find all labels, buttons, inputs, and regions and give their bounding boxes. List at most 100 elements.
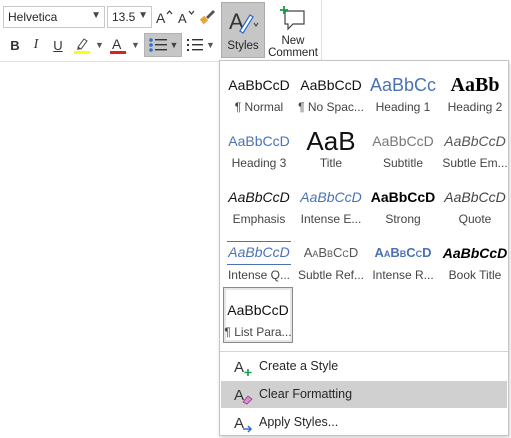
styles-gallery: AaBbCcD ¶ Normal AaBbCcD ¶ No Spac... Aa… [219, 60, 509, 436]
font-name-combo[interactable]: Helvetica ▼ [3, 6, 105, 28]
apply-styles-command[interactable]: A Apply Styles... [221, 409, 507, 436]
style-normal[interactable]: AaBbCcD ¶ Normal [224, 63, 294, 117]
style-list-paragraph[interactable]: AaBbCcD ¶ List Para... [223, 287, 293, 343]
clear-formatting-label: Clear Formatting [259, 387, 353, 401]
style-subtitle[interactable]: AaBbCcD Subtitle [368, 119, 438, 173]
grow-font-button[interactable]: A [155, 6, 175, 28]
new-comment-label: New Comment [268, 35, 318, 59]
clear-formatting-icon: A [234, 387, 253, 405]
style-sample: AaBbCcD [370, 189, 436, 205]
style-name: ¶ No Spac... [298, 100, 364, 114]
italic-button[interactable]: I [28, 34, 44, 56]
new-comment-line2: Comment [268, 47, 318, 59]
highlight-button[interactable] [71, 34, 93, 56]
style-name: Heading 1 [375, 100, 431, 114]
style-emphasis[interactable]: AaBbCcD Emphasis [224, 175, 294, 229]
create-style-label: Create a Style [259, 359, 339, 373]
style-sample: AaBbCcD [442, 245, 508, 261]
style-quote[interactable]: AaBbCcD Quote [440, 175, 510, 229]
font-name-value: Helvetica [8, 10, 58, 24]
clear-formatting-command[interactable]: A Clear Formatting [221, 381, 507, 408]
create-style-icon: A [234, 359, 252, 376]
new-comment-icon [280, 6, 305, 31]
style-name: Emphasis [232, 212, 286, 226]
new-comment-button[interactable]: New Comment [268, 2, 318, 59]
create-style-command[interactable]: A Create a Style [221, 353, 507, 380]
format-painter-icon [199, 10, 215, 25]
chevron-down-icon[interactable]: ▼ [206, 40, 215, 50]
style-sample: AaBbCcD [227, 302, 289, 318]
numbering-button[interactable] [185, 34, 205, 56]
style-name: Heading 3 [231, 156, 287, 170]
style-book-title[interactable]: AaBbCcD Book Title [440, 231, 510, 285]
style-sample: AaBbCc [369, 75, 437, 95]
apply-styles-label: Apply Styles... [259, 415, 339, 429]
style-no-spacing[interactable]: AaBbCcD ¶ No Spac... [296, 63, 366, 117]
style-name: ¶ List Para... [224, 325, 292, 339]
style-name: Subtle Em... [442, 156, 508, 170]
style-name: Heading 2 [447, 100, 503, 114]
style-intense-reference[interactable]: AaBbCcD Intense R... [368, 231, 438, 285]
bold-button[interactable]: B [7, 34, 23, 56]
chevron-down-icon[interactable]: ▼ [131, 40, 140, 50]
style-name: Intense R... [372, 268, 434, 282]
style-sample: AaBbCcD [372, 133, 434, 149]
font-size-value: 13.5 [112, 10, 136, 24]
chevron-down-icon[interactable]: ▼ [138, 10, 148, 21]
style-sample: AaBbCcD [300, 77, 362, 93]
style-sample: AaBbCcD [228, 133, 290, 149]
svg-text:A: A [178, 11, 187, 25]
styles-button[interactable]: A Styles [221, 2, 265, 58]
apply-styles-icon: A [234, 415, 253, 433]
grow-font-icon: A [156, 10, 173, 25]
styles-label: Styles [227, 40, 259, 52]
style-sample: AaBbCcD [228, 189, 290, 205]
chevron-down-icon[interactable]: ▼ [91, 10, 101, 21]
svg-text:A: A [234, 359, 244, 376]
style-title[interactable]: AaB Title [296, 119, 366, 173]
style-name: Quote [458, 212, 492, 226]
style-name: Subtle Ref... [297, 268, 365, 282]
new-comment-line1: New [281, 35, 305, 47]
style-sample: AaBbCcD [374, 245, 432, 260]
styles-icon: A [229, 9, 259, 34]
style-intense-quote[interactable]: AaBbCcD Intense Q... [224, 231, 294, 285]
style-heading-1[interactable]: AaBbCc Heading 1 [368, 63, 438, 117]
font-size-combo[interactable]: 13.5 ▼ [107, 6, 152, 28]
shrink-font-icon: A [178, 10, 195, 25]
svg-text:A: A [234, 387, 244, 404]
style-name: Strong [385, 212, 421, 226]
style-heading-3[interactable]: AaBbCcD Heading 3 [224, 119, 294, 173]
svg-text:A: A [112, 36, 122, 52]
style-subtle-reference[interactable]: AaBbCcD Subtle Ref... [296, 231, 366, 285]
bullets-button[interactable]: ▼ [144, 33, 182, 57]
highlighter-icon [74, 38, 90, 54]
style-name: Intense Q... [227, 268, 291, 282]
style-sample: AaBbCcD [444, 189, 506, 205]
chevron-down-icon[interactable]: ▼ [170, 40, 179, 50]
style-name: ¶ Normal [234, 100, 284, 114]
shrink-font-button[interactable]: A [177, 6, 197, 28]
home-ribbon: Helvetica ▼ 13.5 ▼ A A B I U ▼ A ▼ ▼ ▼ A… [0, 0, 322, 62]
underline-button[interactable]: U [50, 34, 66, 56]
format-painter-button[interactable] [198, 6, 218, 28]
style-heading-2[interactable]: AaBb Heading 2 [440, 63, 510, 117]
chevron-down-icon[interactable]: ▼ [95, 40, 104, 50]
style-sample: AaBbCcD [228, 77, 290, 93]
numbered-list-icon [187, 39, 203, 51]
style-intense-emphasis[interactable]: AaBbCcD Intense E... [296, 175, 366, 229]
style-name: Book Title [448, 268, 502, 282]
style-name: Subtitle [382, 156, 424, 170]
style-sample: AaBbCcD [227, 241, 291, 265]
style-sample: AaBbCcD [300, 189, 362, 205]
style-subtle-emphasis[interactable]: AaBbCcD Subtle Em... [440, 119, 510, 173]
style-sample: AaB [306, 127, 356, 155]
style-name: Title [319, 156, 343, 170]
style-name: Intense E... [300, 212, 362, 226]
gallery-divider [220, 351, 508, 352]
svg-text:A: A [156, 10, 166, 25]
style-sample: AaBbCcD [303, 245, 359, 260]
style-sample: AaBbCcD [444, 133, 506, 149]
style-strong[interactable]: AaBbCcD Strong [368, 175, 438, 229]
font-color-button[interactable]: A [108, 34, 128, 56]
